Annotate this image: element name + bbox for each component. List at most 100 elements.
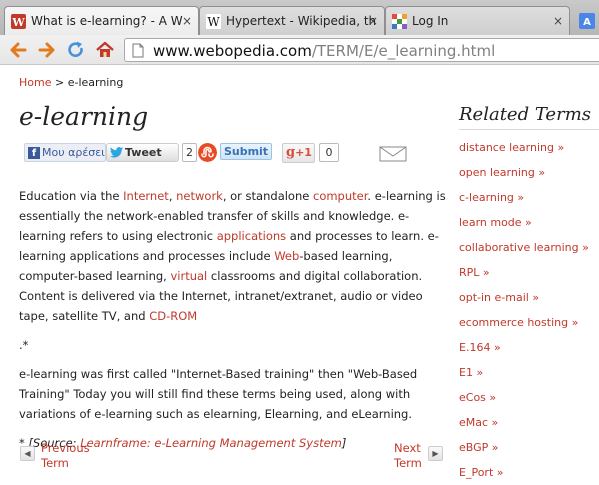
list-item: open learning » [459,163,589,188]
tab-login[interactable]: Log In × [385,6,570,35]
checkered-favicon-icon [392,14,407,29]
wikipedia-favicon-icon: W [206,14,221,29]
page-content: Home > e-learning e-learning f Μου αρέσει… [0,66,599,485]
list-item: c-learning » [459,188,589,213]
related-term-link[interactable]: opt-in e-mail » [459,291,539,304]
related-term-link[interactable]: eCos » [459,391,496,404]
google-plus-label: +1 [295,146,312,159]
related-term-link[interactable]: learn mode » [459,216,532,229]
page-title: e-learning [19,102,149,131]
inline-term-link[interactable]: virtual [170,269,207,283]
inline-term-link[interactable]: Internet [123,189,169,203]
paragraph-text: , or standalone [222,189,313,203]
social-share-bar: f Μου αρέσει Tweet 2 Submit g+1 0 [22,142,422,164]
next-arrow-icon: ▶ [428,446,443,461]
tab-webopedia[interactable]: W What is e-learning? - A W × [4,6,199,35]
tab-title: What is e-learning? - A W [31,14,183,28]
breadcrumb-separator: > [51,76,68,89]
tab-strip: W What is e-learning? - A W × W Hypertex… [0,0,599,35]
article-paragraph-history: e-learning was first called "Internet-Ba… [19,367,418,421]
svg-text:A: A [583,17,591,28]
inline-term-link[interactable]: applications [217,229,286,243]
inline-term-link[interactable]: computer [313,189,367,203]
url-path: /TERM/E/e_learning.html [311,42,496,60]
tab-wikipedia[interactable]: W Hypertext - Wikipedia, th × [199,6,385,35]
related-term-link[interactable]: E1 » [459,366,483,379]
url-host: www.webopedia.com [153,42,312,60]
list-item: learn mode » [459,213,589,238]
related-term-link[interactable]: RPL » [459,266,490,279]
list-item: eCos » [459,388,589,413]
related-term-link[interactable]: eMac » [459,416,498,429]
breadcrumb: Home > e-learning [19,76,123,89]
tweet-count: 2 [182,143,197,162]
close-icon[interactable]: × [368,13,378,29]
related-term-link[interactable]: eBGP » [459,441,499,454]
close-icon[interactable]: × [553,13,563,29]
email-envelope-icon[interactable] [379,146,407,162]
tweet-label: Tweet [125,146,162,159]
stumbleupon-icon[interactable] [198,143,217,162]
list-item: distance learning » [459,138,589,163]
tab-title: Hypertext - Wikipedia, th [226,14,377,28]
article-body: Education via the Internet, network, or … [19,186,449,462]
list-item: opt-in e-mail » [459,288,589,313]
stumble-submit-button[interactable]: Submit [220,143,272,160]
reload-icon[interactable] [66,40,86,60]
google-plus-icon: g [286,145,296,160]
article-paragraph-footnote-mark: .* [19,338,29,352]
svg-text:W: W [207,15,220,29]
list-item: E.164 » [459,338,589,363]
paragraph-text: Education via the [19,189,124,203]
article-paragraph-definition: Education via the Internet, network, or … [19,186,449,326]
facebook-icon: f [28,147,40,159]
related-term-link[interactable]: open learning » [459,166,545,179]
twitter-bird-icon [110,147,123,158]
previous-term-label-2: Term [41,456,69,470]
svg-text:W: W [11,16,25,29]
next-term-label-1: Next [394,441,421,455]
related-term-link[interactable]: E.164 » [459,341,501,354]
list-item: ecommerce hosting » [459,313,589,338]
list-item: E1 » [459,363,589,388]
list-item: eMac » [459,413,589,438]
related-terms-divider [459,129,599,130]
list-item: collaborative learning » [459,238,589,263]
next-term-label-2: Term [394,456,422,470]
url-text: www.webopedia.com/TERM/E/e_learning.html [153,40,495,62]
webopedia-favicon-icon: W [11,14,26,29]
translate-icon[interactable]: A [578,12,596,30]
inline-term-link[interactable]: CD-ROM [149,309,197,323]
source-suffix: ] [341,436,347,450]
related-terms-list: distance learning » open learning » c-le… [459,138,589,485]
related-term-link[interactable]: c-learning » [459,191,524,204]
google-plus-count: 0 [319,143,339,162]
home-icon[interactable] [95,40,115,60]
breadcrumb-current: e-learning [67,76,124,89]
facebook-like-label: Μου αρέσει [42,146,105,159]
related-term-link[interactable]: collaborative learning » [459,241,589,254]
tweet-button[interactable]: Tweet [106,143,179,162]
related-term-link[interactable]: ecommerce hosting » [459,316,578,329]
page-icon [132,43,144,58]
back-arrow-icon[interactable] [8,40,28,60]
inline-term-link[interactable]: network [176,189,223,203]
google-plus-button[interactable]: g+1 [282,143,315,163]
related-term-link[interactable]: E_Port » [459,466,503,479]
facebook-like-button[interactable]: f Μου αρέσει [24,143,106,162]
breadcrumb-home-link[interactable]: Home [19,76,51,89]
list-item: E_Port » [459,463,589,485]
source-link[interactable]: Learnframe: e-Learning Management System [80,436,342,450]
address-bar[interactable]: www.webopedia.com/TERM/E/e_learning.html [124,38,599,62]
browser-toolbar: www.webopedia.com/TERM/E/e_learning.html [0,35,599,65]
forward-arrow-icon[interactable] [37,40,57,60]
list-item: eBGP » [459,438,589,463]
list-item: RPL » [459,263,589,288]
previous-term-label-1: Previous [41,441,90,455]
tab-title: Log In [412,14,449,28]
close-icon[interactable]: × [182,13,192,29]
inline-term-link[interactable]: Web [274,249,299,263]
previous-arrow-icon: ◀ [20,446,35,461]
related-term-link[interactable]: distance learning » [459,141,564,154]
related-terms-heading: Related Terms [459,104,591,125]
